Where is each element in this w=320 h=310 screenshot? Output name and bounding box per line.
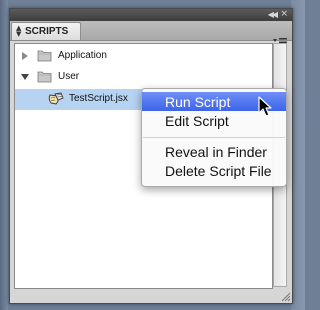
menu-item-label: Edit Script: [165, 113, 229, 129]
tree-item-label: TestScript.jsx: [69, 93, 128, 104]
folder-icon: [37, 50, 52, 62]
menu-item-label: Run Script: [165, 94, 231, 110]
disclosure-expanded-icon[interactable]: [20, 72, 30, 82]
menu-item-label: Reveal in Finder: [165, 144, 267, 160]
script-file-icon: [48, 92, 64, 105]
resize-grip-icon[interactable]: [279, 290, 291, 302]
desktop-background-right: [291, 0, 305, 310]
disclosure-collapsed-icon[interactable]: [20, 51, 30, 61]
tab-scripts[interactable]: ▲ ▼ SCRIPTS: [11, 22, 81, 40]
desktop-background-left: [0, 0, 8, 310]
menu-separator: [143, 137, 285, 138]
tree-item-user[interactable]: User: [15, 67, 272, 88]
menu-item-label: Delete Script File: [165, 163, 272, 179]
tree-item-label: Application: [58, 50, 107, 61]
folder-icon: [37, 71, 52, 83]
close-icon[interactable]: ×: [280, 9, 288, 20]
mouse-pointer-icon: [258, 96, 272, 117]
tree-item-label: User: [58, 71, 80, 82]
collapse-panel-icon[interactable]: ◀◀: [268, 10, 278, 20]
tab-label: SCRIPTS: [25, 26, 69, 37]
menu-item-delete-script-file[interactable]: Delete Script File: [142, 161, 286, 180]
menu-item-reveal-in-finder[interactable]: Reveal in Finder: [142, 142, 286, 161]
panel-titlebar[interactable]: ◀◀ ×: [10, 9, 292, 21]
tab-toggle-icon[interactable]: ▲ ▼: [16, 25, 21, 38]
tree-item-application[interactable]: Application: [15, 46, 272, 67]
panel-tab-row: ▲ ▼ SCRIPTS: [10, 21, 292, 47]
